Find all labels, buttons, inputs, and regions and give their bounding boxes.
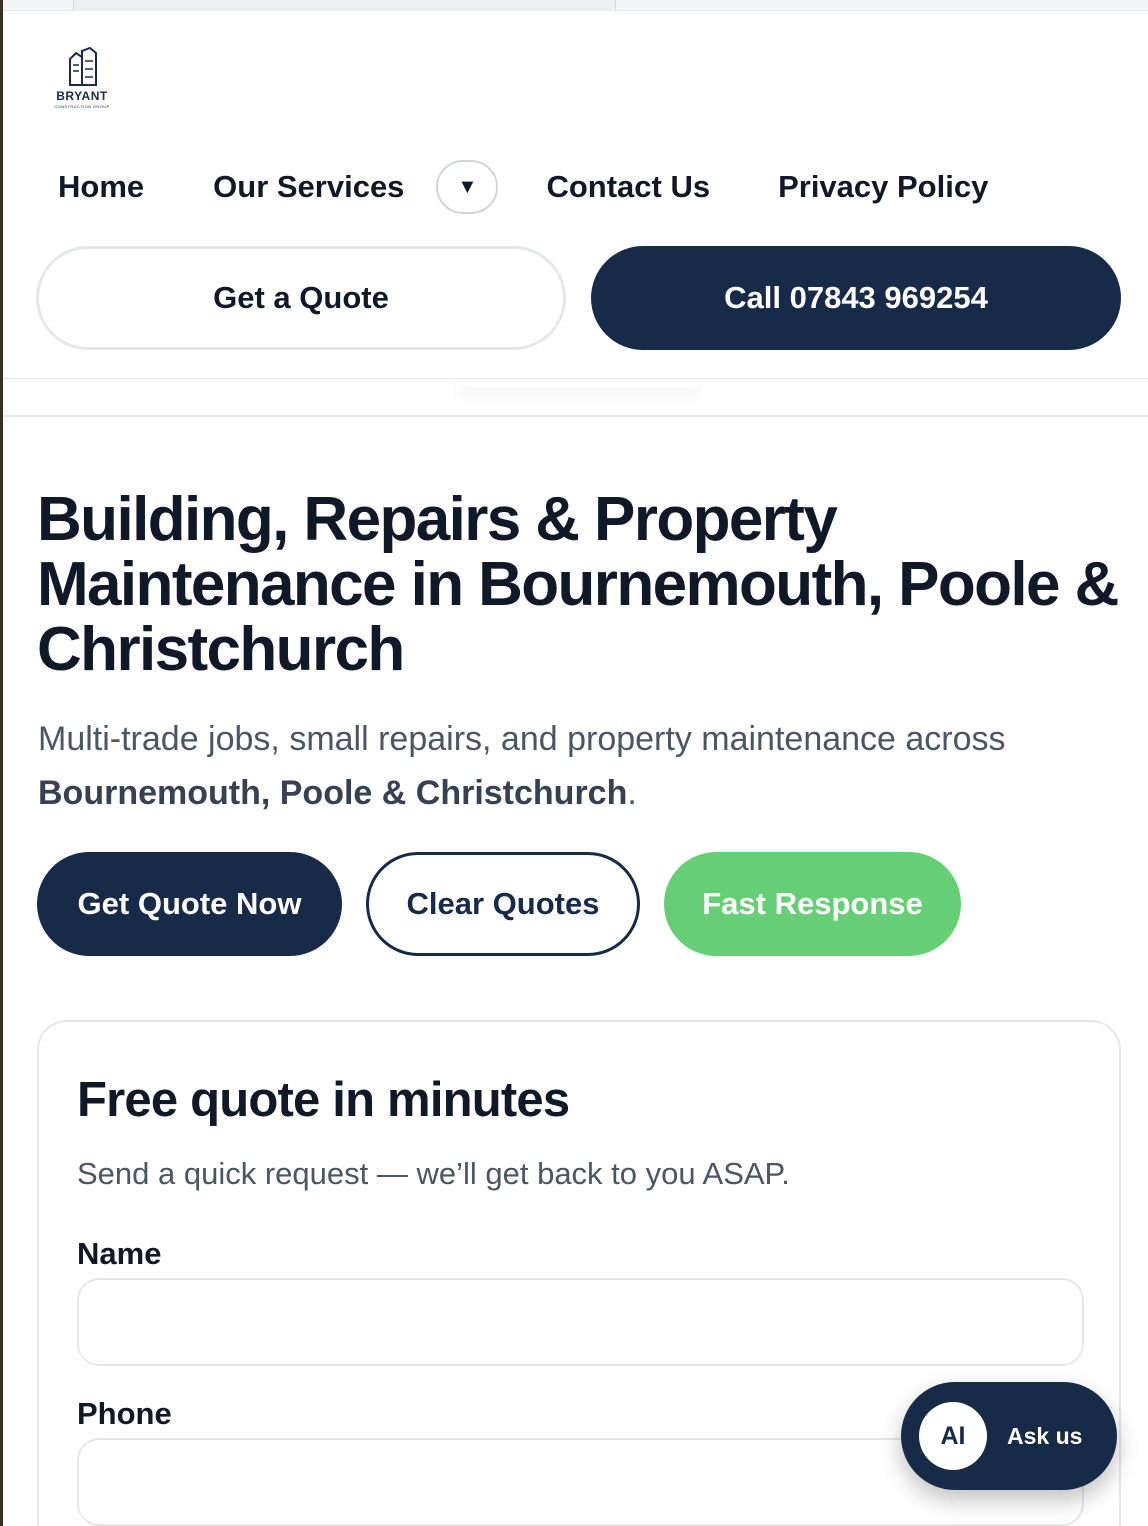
top-strip: [3, 0, 1148, 11]
logo-icon: [69, 47, 97, 86]
quote-form-subtitle: Send a quick request — we’ll get back to…: [77, 1156, 790, 1191]
top-strip-segment: [73, 0, 616, 11]
get-quote-now-button[interactable]: Get Quote Now: [37, 852, 342, 956]
hero-subtitle-text: Multi-trade jobs, small repairs, and pro…: [38, 720, 1006, 758]
nav-our-services[interactable]: Our Services: [213, 169, 404, 205]
ai-chat-button[interactable]: AI Ask us: [901, 1382, 1117, 1490]
ai-badge-icon: AI: [919, 1402, 987, 1470]
main-nav: Home Our Services ▼ Contact Us Privacy P…: [58, 159, 988, 215]
hero-cta-row: Get Quote Now Clear Quotes Fast Response: [37, 852, 985, 956]
quote-form-title: Free quote in minutes: [77, 1073, 570, 1127]
nav-privacy-policy[interactable]: Privacy Policy: [778, 169, 988, 205]
logo-brand: BRYANT: [56, 89, 108, 103]
hero-subtitle-locations: Bournemouth, Poole & Christchurch: [38, 774, 628, 812]
site-header: BRYANT CONSTRUCTION GROUP Home Our Servi…: [3, 11, 1148, 379]
services-dropdown-toggle[interactable]: ▼: [436, 160, 499, 214]
page: BRYANT CONSTRUCTION GROUP Home Our Servi…: [0, 0, 1148, 1526]
logo-brand-sub: CONSTRUCTION GROUP: [54, 104, 110, 109]
nav-home[interactable]: Home: [58, 169, 144, 205]
ai-chat-label: Ask us: [1007, 1422, 1083, 1449]
chevron-down-icon: ▼: [457, 175, 478, 198]
hero-title: Building, Repairs & Property Maintenance…: [37, 485, 1119, 684]
nav-contact-us[interactable]: Contact Us: [546, 169, 710, 205]
get-a-quote-button[interactable]: Get a Quote: [36, 246, 566, 350]
logo[interactable]: BRYANT CONSTRUCTION GROUP: [43, 47, 121, 119]
name-label: Name: [77, 1236, 162, 1271]
hero-subtitle: Multi-trade jobs, small repairs, and pro…: [38, 712, 1118, 820]
phone-label: Phone: [77, 1396, 172, 1431]
name-input[interactable]: [77, 1278, 1084, 1366]
header-shadow-tab: [458, 379, 698, 387]
hero-subtitle-end: .: [627, 774, 637, 812]
call-button[interactable]: Call 07843 969254: [591, 246, 1121, 350]
fast-response-button[interactable]: Fast Response: [664, 852, 961, 956]
header-divider: [3, 415, 1148, 417]
clear-quotes-button[interactable]: Clear Quotes: [366, 852, 640, 956]
